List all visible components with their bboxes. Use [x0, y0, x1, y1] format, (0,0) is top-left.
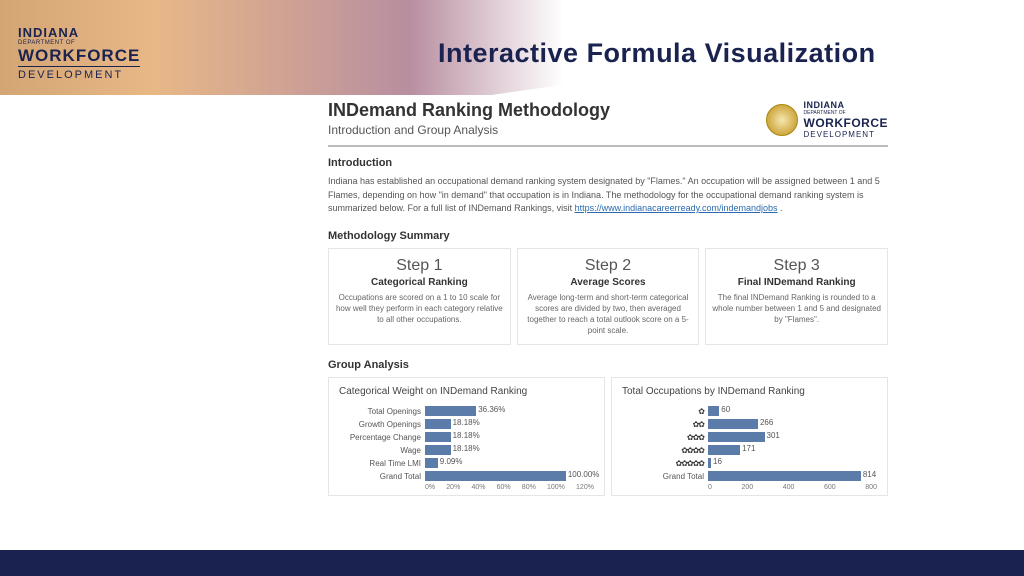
flame-icon: ✿✿✿✿✿	[675, 459, 704, 468]
indemand-link[interactable]: https://www.indianacareerready.com/indem…	[575, 203, 778, 213]
divider	[328, 145, 888, 147]
chart-title-1: Categorical Weight on INDemand Ranking	[339, 386, 594, 397]
bar-row: Total Openings36.36%	[339, 405, 594, 417]
step-card-1: Step 1 Categorical Ranking Occupations a…	[328, 248, 511, 346]
logo-line4: DEVELOPMENT	[18, 66, 140, 81]
footer-bar	[0, 550, 1024, 576]
bar-row: Wage18.18%	[339, 444, 594, 456]
indiana-seal-icon	[766, 104, 798, 136]
methodology-heading: Methodology Summary	[328, 230, 888, 242]
steps-row: Step 1 Categorical Ranking Occupations a…	[328, 248, 888, 346]
bar-row: ✿✿266	[622, 418, 877, 430]
step-card-3: Step 3 Final INDemand Ranking The final …	[705, 248, 888, 346]
document-content: INDemand Ranking Methodology Introductio…	[328, 100, 888, 496]
flame-icon: ✿✿	[693, 420, 704, 429]
intro-text: Indiana has established an occupational …	[328, 175, 888, 216]
group-analysis-heading: Group Analysis	[328, 359, 888, 371]
chart-title-2: Total Occupations by INDemand Ranking	[622, 386, 877, 397]
flame-icon: ✿✿✿✿	[681, 446, 704, 455]
logo-workforce-right: INDIANA DEPARTMENT OF WORKFORCE DEVELOPM…	[766, 100, 889, 139]
logo-workforce-top: INDIANA DEPARTMENT OF WORKFORCE DEVELOPM…	[18, 25, 140, 81]
bar-row: Real Time LMI9.09%	[339, 457, 594, 469]
doc-title: INDemand Ranking Methodology	[328, 100, 610, 121]
doc-title-block: INDemand Ranking Methodology Introductio…	[328, 100, 610, 137]
chart-categorical-weight: Categorical Weight on INDemand Ranking T…	[328, 377, 605, 496]
page-title: Interactive Formula Visualization	[438, 38, 876, 69]
logo-line3: WORKFORCE	[18, 46, 140, 66]
flame-icon: ✿✿✿	[687, 433, 704, 442]
bar-row: ✿60	[622, 405, 877, 417]
logo-line1: INDIANA	[18, 25, 140, 40]
doc-subtitle: Introduction and Group Analysis	[328, 123, 610, 137]
bar-row: Grand Total814	[622, 470, 877, 482]
bar-row: ✿✿✿✿171	[622, 444, 877, 456]
bar-row: ✿✿✿✿✿16	[622, 457, 877, 469]
step-card-2: Step 2 Average Scores Average long-term …	[517, 248, 700, 346]
flame-icon: ✿	[698, 407, 704, 416]
bar-row: Percentage Change18.18%	[339, 431, 594, 443]
intro-heading: Introduction	[328, 157, 888, 169]
bar-row: Grand Total100.00%	[339, 470, 594, 482]
chart-total-occupations: Total Occupations by INDemand Ranking ✿6…	[611, 377, 888, 496]
bar-row: Growth Openings18.18%	[339, 418, 594, 430]
bar-row: ✿✿✿301	[622, 431, 877, 443]
